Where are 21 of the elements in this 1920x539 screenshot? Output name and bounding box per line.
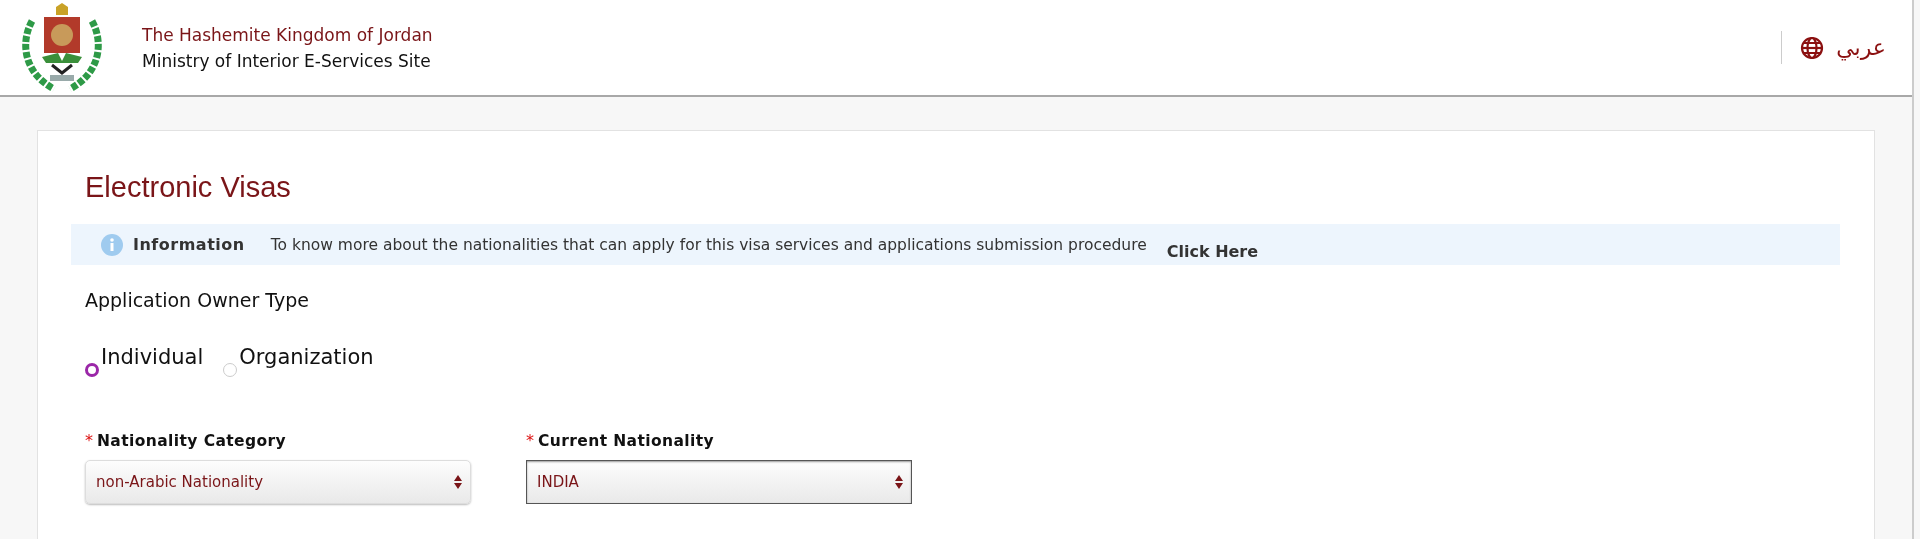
select-field[interactable]: non-Arabic Nationality xyxy=(85,460,471,504)
radio-label[interactable]: Organization xyxy=(239,345,374,369)
radio-button[interactable] xyxy=(85,363,99,377)
country-name: The Hashemite Kingdom of Jordan xyxy=(142,24,433,45)
info-text: To know more about the nationalities that can apply for this visa services and applications submission procedure xyxy=(270,235,1147,254)
up-down-arrows-icon xyxy=(454,475,462,489)
site-name: Ministry of Interior E-Services Site xyxy=(142,50,432,71)
up-down-arrows-icon xyxy=(895,475,903,489)
required-mark: * xyxy=(526,431,534,450)
info-icon xyxy=(101,233,123,256)
click-here-link[interactable]: Click Here xyxy=(1166,242,1259,261)
globe-icon xyxy=(1800,35,1825,60)
select-field[interactable]: INDIA xyxy=(526,460,912,504)
required-mark: * xyxy=(85,431,93,450)
language-link[interactable]: عربي xyxy=(1781,31,1886,64)
owner-type-label: Application Owner Type xyxy=(85,289,310,311)
info-label: Information xyxy=(133,235,245,254)
page-title: Electronic Visas xyxy=(85,171,292,204)
field-label: Current Nationality xyxy=(538,432,715,450)
radio-label[interactable]: Individual xyxy=(101,345,204,369)
field-label: Nationality Category xyxy=(97,432,287,450)
